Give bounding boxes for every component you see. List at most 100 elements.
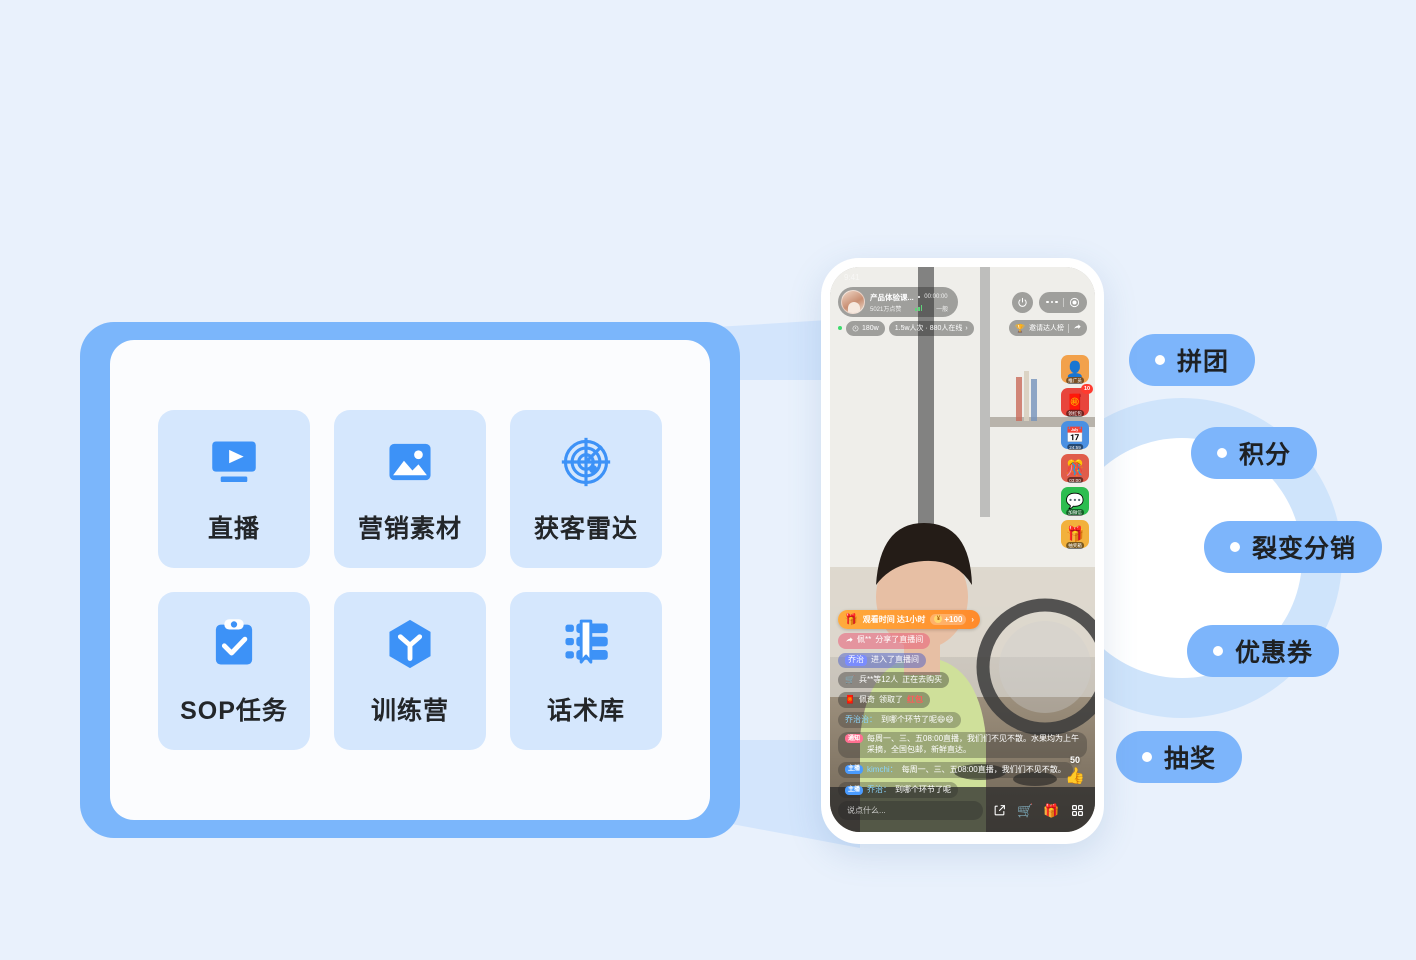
side-item-celebration[interactable]: 🎊 03:00 bbox=[1061, 454, 1089, 483]
tile-label: 话术库 bbox=[546, 697, 625, 725]
status-time: 9:41 bbox=[844, 272, 860, 282]
tile-label: 获客雷达 bbox=[533, 515, 638, 543]
radar-icon bbox=[561, 437, 611, 487]
pill-lottery[interactable]: 抽奖 bbox=[1116, 731, 1243, 783]
divider bbox=[1068, 323, 1069, 333]
live-stats-row: 180w 1.5w人次 · 880人在线 › 🏆 邀请达人榜 bbox=[838, 320, 1087, 336]
more-dots-icon bbox=[1046, 300, 1058, 304]
chat-message-enter: 乔治 进入了直播间 bbox=[838, 652, 926, 669]
chat-user: 乔治： bbox=[867, 784, 892, 794]
coin-icon: ¥ bbox=[934, 615, 943, 624]
network-quality: 一般 bbox=[936, 306, 949, 313]
rank-label: 邀请达人榜 bbox=[1029, 325, 1064, 332]
chat-user: 佩奇 bbox=[858, 694, 875, 704]
like-counter[interactable]: 50 👍 bbox=[1065, 755, 1085, 786]
pill-coupon[interactable]: 优惠券 bbox=[1187, 625, 1340, 677]
clipboard-check-icon bbox=[215, 619, 253, 665]
live-indicator-dot bbox=[838, 326, 842, 330]
power-button[interactable] bbox=[1012, 291, 1034, 313]
phone-mockup: 9:41 产品体验课... 00:00:00 5021万点赞 一般 180w 1… bbox=[821, 258, 1104, 844]
signal-icon bbox=[915, 305, 923, 311]
side-item-promoter[interactable]: 👤 推广员 bbox=[1061, 355, 1089, 384]
task-text: 观看时间 达1小时 bbox=[862, 614, 926, 624]
chat-user: 乔治治： bbox=[845, 714, 877, 724]
chevron-right-icon: › bbox=[971, 614, 975, 624]
phone-screen: 9:41 产品体验课... 00:00:00 5021万点赞 一般 180w 1… bbox=[830, 267, 1095, 832]
task-reward: ¥ +100 bbox=[930, 613, 967, 625]
chat-text: 进入了直播间 bbox=[871, 655, 919, 665]
side-caption: 抽奖箱 bbox=[1066, 542, 1084, 549]
fire-popularity-icon bbox=[852, 325, 859, 331]
pill-group-buy[interactable]: 拼团 bbox=[1129, 334, 1256, 386]
chat-overlay: 🎁 观看时间 达1小时 ¥ +100 › 佩** 分享了直播间 乔治 进入了直播… bbox=[838, 609, 1087, 798]
cart-icon: 🛒 bbox=[1017, 803, 1034, 818]
tile-live[interactable]: 直播 bbox=[158, 410, 310, 568]
record-circle-icon bbox=[1069, 297, 1080, 307]
pill-label: 拼团 bbox=[1177, 348, 1230, 376]
tile-customer-radar[interactable]: 获客雷达 bbox=[510, 410, 662, 568]
anchor-chip[interactable]: 产品体验课... 00:00:00 5021万点赞 一般 bbox=[838, 287, 959, 317]
apps-grid-icon bbox=[1072, 805, 1083, 816]
trophy-icon: 🏆 bbox=[1015, 323, 1025, 333]
chat-text: 领取了 bbox=[878, 694, 903, 704]
pill-label: 抽奖 bbox=[1164, 745, 1217, 773]
separator-dot bbox=[917, 295, 921, 299]
chat-message-share: 佩** 分享了直播间 bbox=[838, 632, 931, 649]
side-item-calendar[interactable]: 📅 24:59 bbox=[1061, 421, 1089, 450]
side-caption: 推广员 bbox=[1066, 377, 1084, 384]
chat-text: 每周一、三、五08:00直播，我们们不见不散。水果均为上午采摘，全国包邮，新鲜直… bbox=[867, 734, 1080, 755]
share-button[interactable] bbox=[990, 801, 1009, 820]
redpacket-badge: 10 bbox=[1081, 384, 1093, 394]
chat-message-host-1: 主播 kimchi： 每周一、三、五08:00直播，我们们不见不散。 bbox=[838, 762, 1073, 779]
more-options-button[interactable] bbox=[1039, 291, 1087, 313]
side-caption: 24:59 bbox=[1067, 444, 1083, 450]
chat-input-placeholder: 说点什么... bbox=[847, 806, 886, 815]
chat-input[interactable]: 说点什么... bbox=[838, 801, 983, 820]
like-count: 5021万点赞 bbox=[870, 306, 902, 313]
chat-user: 乔治 bbox=[845, 655, 867, 666]
tile-marketing-material[interactable]: 营销素材 bbox=[334, 410, 486, 568]
invite-rank-chip[interactable]: 🏆 邀请达人榜 bbox=[1009, 320, 1087, 336]
chat-text: 正在去购买 bbox=[902, 674, 943, 684]
cart-icon: 🛒 bbox=[845, 674, 855, 684]
tile-sop-task[interactable]: SOP任务 bbox=[158, 592, 310, 750]
gift-icon: 🎁 bbox=[844, 613, 858, 626]
cart-button[interactable]: 🛒 bbox=[1016, 801, 1035, 820]
notice-tag: 通知 bbox=[845, 734, 864, 744]
book-bookmark-icon bbox=[565, 619, 608, 664]
image-material-icon bbox=[389, 443, 431, 481]
popularity-chip[interactable]: 180w bbox=[846, 320, 885, 336]
bullet-dot-icon bbox=[1217, 448, 1227, 458]
side-item-redpacket[interactable]: 🧧 10 领红包 bbox=[1061, 384, 1093, 417]
tile-training-camp[interactable]: 训练营 bbox=[334, 592, 486, 750]
pill-points[interactable]: 积分 bbox=[1191, 427, 1318, 479]
cube-training-icon bbox=[389, 619, 431, 669]
pill-fission-distribution[interactable]: 裂变分销 bbox=[1204, 521, 1383, 573]
popularity-value: 180w bbox=[862, 324, 879, 332]
power-icon bbox=[1018, 297, 1027, 307]
anchor-name: 产品体验课... bbox=[870, 292, 914, 302]
bullet-dot-icon bbox=[1230, 542, 1240, 552]
tile-label: 营销素材 bbox=[357, 515, 462, 543]
thumbs-up-icon: 👍 bbox=[1065, 768, 1085, 785]
viewers-chip[interactable]: 1.5w人次 · 880人在线 › bbox=[888, 320, 974, 336]
apps-button[interactable] bbox=[1068, 801, 1087, 820]
pill-label: 裂变分销 bbox=[1252, 535, 1357, 563]
side-item-lottery[interactable]: 🎁 抽奖箱 bbox=[1061, 520, 1089, 549]
side-caption: 加微信 bbox=[1066, 509, 1084, 516]
like-count-value: 50 bbox=[1070, 755, 1081, 765]
gift-button[interactable]: 🎁 bbox=[1042, 801, 1061, 820]
tile-script-library[interactable]: 话术库 bbox=[510, 592, 662, 750]
chat-message-host-2: 主播 乔治： 到哪个环节了呢 bbox=[838, 782, 959, 798]
side-item-wechat[interactable]: 💬 加微信 bbox=[1061, 487, 1089, 516]
feature-grid: 直播 营销素材 获客雷达 SOP任务 训练营 话术库 bbox=[110, 340, 710, 820]
side-caption: 03:00 bbox=[1067, 477, 1083, 483]
divider bbox=[1063, 297, 1064, 307]
chat-user: 兵**等12人 bbox=[858, 674, 899, 684]
host-tag: 主播 bbox=[845, 785, 864, 795]
side-caption: 领红包 bbox=[1066, 410, 1084, 417]
live-header: 产品体验课... 00:00:00 5021万点赞 一般 bbox=[838, 287, 1087, 317]
watch-task-banner[interactable]: 🎁 观看时间 达1小时 ¥ +100 › bbox=[838, 609, 981, 629]
bullet-dot-icon bbox=[1213, 646, 1223, 656]
gift-icon: 🎁 bbox=[1043, 803, 1060, 818]
